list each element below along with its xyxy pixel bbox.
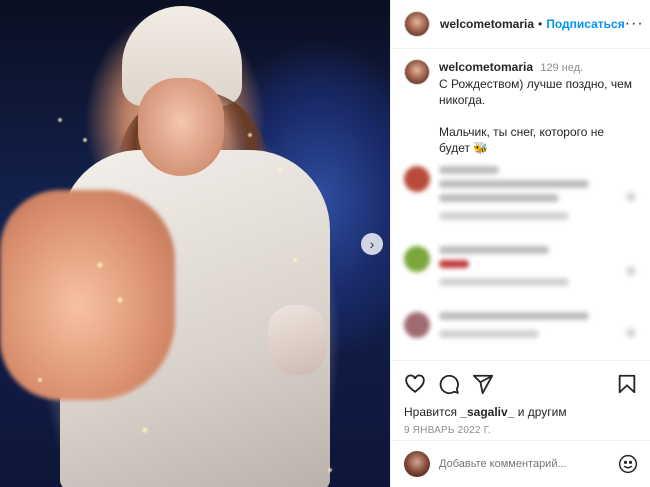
comment-icon[interactable] (438, 373, 460, 395)
caption-line-1: С Рождеством) лучше поздно, чем никогда. (439, 77, 633, 107)
caption-time[interactable]: 129 нед. (540, 62, 583, 74)
chevron-right-icon: › (369, 236, 375, 252)
comment-item (391, 298, 650, 350)
comment-avatar (404, 246, 430, 272)
comment-bar (439, 166, 499, 174)
comment-like-icon[interactable] (626, 266, 636, 276)
comment-bar (439, 212, 569, 220)
comment-avatar (404, 166, 430, 192)
caption-username[interactable]: welcometomaria (439, 60, 533, 74)
comment-lines (439, 312, 638, 344)
share-icon[interactable] (472, 373, 494, 395)
next-photo-button[interactable]: › (361, 233, 383, 255)
follow-button[interactable]: Подписаться (546, 17, 624, 31)
comment-like-icon[interactable] (626, 192, 636, 202)
comment-item (391, 232, 650, 298)
likes-prefix: Нравится (404, 405, 457, 419)
comment-bar (439, 180, 589, 188)
comment-bar (439, 278, 569, 286)
comment-lines (439, 166, 638, 226)
author-avatar[interactable] (404, 11, 430, 37)
likes-user-link[interactable]: _sagaliv_ (460, 405, 514, 419)
more-options-icon[interactable]: ··· (625, 15, 644, 33)
viewer-avatar (404, 451, 430, 477)
comments-list[interactable] (391, 152, 650, 360)
comment-bar (439, 330, 539, 338)
comment-item (391, 152, 650, 232)
comment-lines (439, 246, 638, 292)
smiley-icon[interactable] (618, 454, 638, 474)
heart-icon[interactable] (404, 373, 426, 395)
caption-avatar[interactable] (404, 59, 430, 85)
photo-lights (0, 0, 390, 487)
likes-line: Нравится _sagaliv_ и другим (404, 405, 638, 419)
comment-bar (439, 194, 559, 202)
likes-suffix[interactable]: и другим (518, 405, 567, 419)
post-actions: Нравится _sagaliv_ и другим 9 ЯНВАРЬ 202… (391, 360, 650, 436)
add-comment-bar (391, 440, 650, 487)
post-date[interactable]: 9 ЯНВАРЬ 2022 Г. (404, 425, 638, 436)
bookmark-icon[interactable] (616, 373, 638, 395)
comment-like-icon[interactable] (626, 328, 636, 338)
comment-input[interactable] (439, 458, 618, 470)
separator-dot: • (538, 17, 543, 31)
comment-bar (439, 260, 469, 268)
author-username[interactable]: welcometomaria (440, 17, 534, 31)
post-header: welcometomaria • Подписаться ··· (391, 0, 650, 49)
comment-avatar (404, 312, 430, 338)
post-photo[interactable]: › (0, 0, 390, 487)
comment-bar (439, 246, 549, 254)
post-panel: welcometomaria • Подписаться ··· welcome… (390, 0, 650, 487)
comment-bar (439, 312, 589, 320)
action-icons-row (404, 373, 638, 395)
